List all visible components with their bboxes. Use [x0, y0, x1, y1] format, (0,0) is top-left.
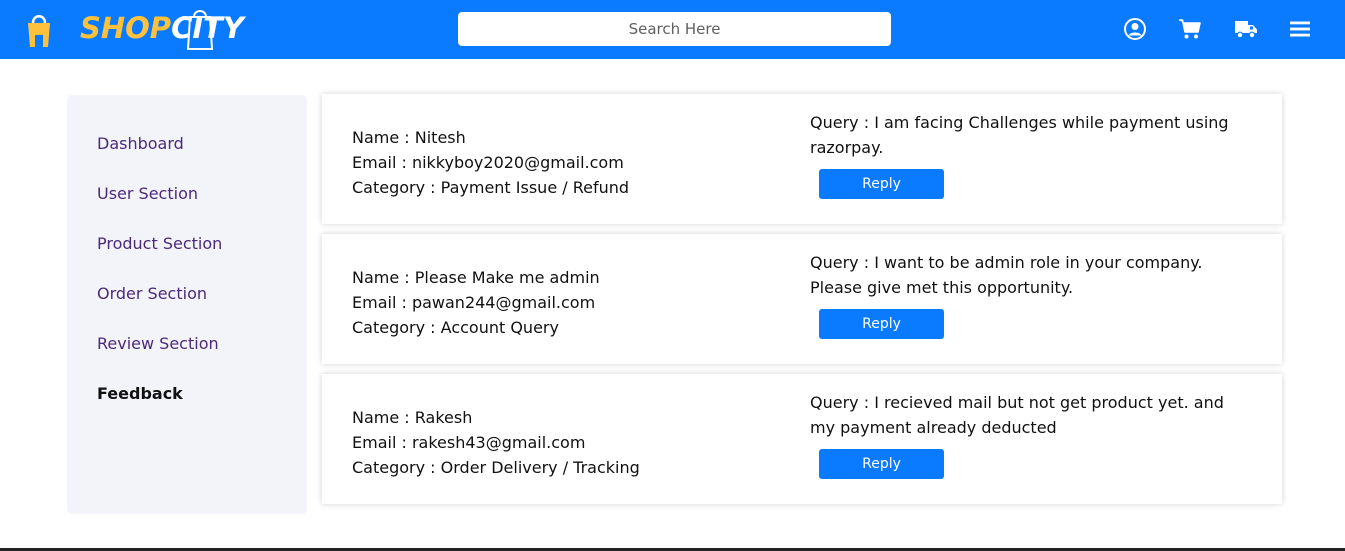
- feedback-name: Name : Rakesh: [352, 408, 473, 427]
- shopcity-logo[interactable]: SHOPCITY: [26, 5, 244, 53]
- feedback-email: Email : rakesh43@gmail.com: [352, 433, 586, 452]
- sidebar-item-review-section[interactable]: Review Section: [97, 334, 219, 353]
- feedback-category: Category : Account Query: [352, 318, 559, 337]
- feedback-card: Name : Nitesh Email : nikkyboy2020@gmail…: [322, 94, 1282, 224]
- cart-button[interactable]: [1178, 17, 1202, 41]
- search-input[interactable]: [458, 12, 891, 46]
- sidebar-item-order-section[interactable]: Order Section: [97, 284, 207, 303]
- menu-button[interactable]: [1288, 17, 1312, 41]
- shopping-bag-icon: [28, 15, 50, 47]
- admin-sidebar: Dashboard User Section Product Section O…: [67, 95, 307, 514]
- cart-icon: [1179, 19, 1201, 39]
- feedback-card: Name : Please Make me admin Email : pawa…: [322, 234, 1282, 364]
- logo-wordmark: SHOPCITY: [80, 11, 244, 45]
- feedback-email: Email : pawan244@gmail.com: [352, 293, 596, 312]
- feedback-category: Category : Order Delivery / Tracking: [352, 458, 640, 477]
- sidebar-item-dashboard[interactable]: Dashboard: [97, 134, 184, 153]
- feedback-user-info: Name : Nitesh Email : nikkyboy2020@gmail…: [352, 125, 629, 200]
- feedback-card: Name : Rakesh Email : rakesh43@gmail.com…: [322, 374, 1282, 504]
- feedback-name: Name : Please Make me admin: [352, 268, 600, 287]
- reply-button[interactable]: Reply: [819, 449, 944, 479]
- feedback-name: Name : Nitesh: [352, 128, 466, 147]
- feedback-query: Query : I want to be admin role in your …: [810, 253, 1203, 297]
- reply-button[interactable]: Reply: [819, 169, 944, 199]
- feedback-email: Email : nikkyboy2020@gmail.com: [352, 153, 624, 172]
- reply-button[interactable]: Reply: [819, 309, 944, 339]
- feedback-user-info: Name : Rakesh Email : rakesh43@gmail.com…: [352, 405, 640, 480]
- feedback-user-info: Name : Please Make me admin Email : pawa…: [352, 265, 600, 340]
- user-circle-icon: [1124, 18, 1146, 40]
- menu-icon: [1290, 21, 1310, 37]
- sidebar-item-user-section[interactable]: User Section: [97, 184, 198, 203]
- sidebar-item-feedback[interactable]: Feedback: [97, 384, 183, 403]
- user-account-button[interactable]: [1123, 17, 1147, 41]
- feedback-query: Query : I recieved mail but not get prod…: [810, 393, 1224, 437]
- sidebar-item-product-section[interactable]: Product Section: [97, 234, 222, 253]
- feedback-category: Category : Payment Issue / Refund: [352, 178, 630, 197]
- top-navbar: SHOPCITY: [0, 0, 1345, 59]
- shopping-bag-outline-icon: [186, 10, 214, 50]
- orders-delivery-button[interactable]: [1234, 17, 1258, 41]
- truck-icon: [1235, 21, 1257, 39]
- feedback-query: Query : I am facing Challenges while pay…: [810, 113, 1229, 157]
